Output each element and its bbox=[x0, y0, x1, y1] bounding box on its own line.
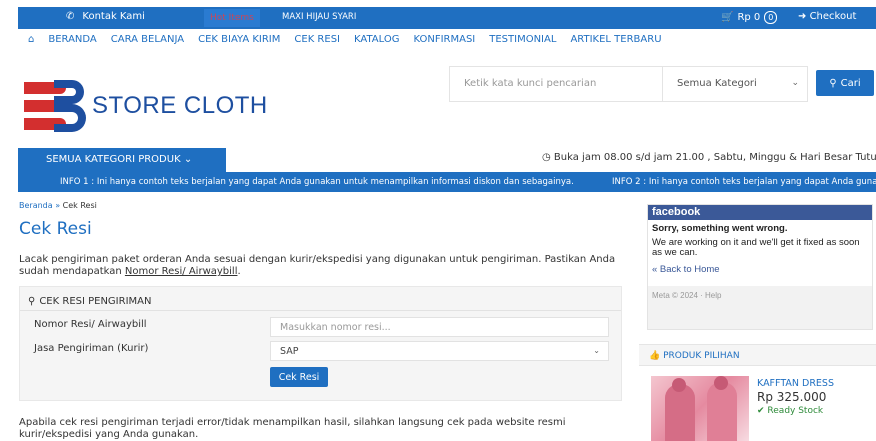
tracking-form: ⚲ CEK RESI PENGIRIMAN Nomor Resi/ Airway… bbox=[19, 286, 622, 401]
back-to-home-link[interactable]: « Back to Home bbox=[652, 264, 868, 275]
nav-item-testimonial[interactable]: TESTIMONIAL bbox=[489, 34, 556, 45]
page-title: Cek Resi bbox=[19, 219, 92, 239]
facebook-logo: facebook bbox=[648, 205, 872, 220]
search-button[interactable]: ⚲ Cari bbox=[816, 70, 874, 96]
tracking-form-header: ⚲ CEK RESI PENGIRIMAN bbox=[20, 287, 621, 311]
breadcrumb-separator: » bbox=[52, 201, 63, 210]
product-name[interactable]: KAFFTAN DRESS bbox=[757, 378, 834, 389]
search-input[interactable]: Ketik kata kunci pencarian bbox=[449, 66, 663, 102]
search-icon: ⚲ bbox=[829, 77, 837, 89]
all-categories-label: SEMUA KATEGORI PRODUK bbox=[46, 154, 181, 165]
nav-item-artikel-terbaru[interactable]: ARTIKEL TERBARU bbox=[570, 34, 661, 45]
info-ticker-item: INFO 2 : Ini hanya contoh teks berjalan … bbox=[612, 177, 876, 187]
thumbs-up-icon: 👍 bbox=[649, 351, 661, 361]
resi-label: Nomor Resi/ Airwaybill bbox=[34, 319, 147, 330]
clock-icon: ◷ bbox=[542, 152, 551, 163]
facebook-error-message: We are working on it and we'll get it fi… bbox=[652, 237, 860, 258]
resi-link[interactable]: Nomor Resi/ Airwaybill bbox=[125, 266, 238, 277]
category-select[interactable]: Semua Kategori ⌄ bbox=[663, 66, 808, 102]
tracking-form-heading: CEK RESI PENGIRIMAN bbox=[39, 296, 152, 307]
category-bar: SEMUA KATEGORI PRODUK ⌄ ◷ Buka jam 08.00… bbox=[18, 148, 876, 172]
chevron-down-icon: ⌄ bbox=[593, 346, 600, 355]
checkout-label: Checkout bbox=[809, 11, 857, 22]
courier-select-value: SAP bbox=[280, 346, 299, 357]
logo-text: STORE CLOTH bbox=[92, 92, 268, 119]
checkout-button[interactable]: ➜ Checkout bbox=[798, 11, 856, 22]
courier-label: Jasa Pengiriman (Kurir) bbox=[34, 343, 149, 354]
featured-heading-text: PRODUK PILIHAN bbox=[663, 351, 740, 361]
arrow-right-icon: ➜ bbox=[798, 11, 807, 22]
featured-heading: 👍 PRODUK PILIHAN bbox=[639, 344, 876, 366]
facebook-meta[interactable]: Meta © 2024 · Help bbox=[652, 291, 721, 300]
search-button-label: Cari bbox=[840, 77, 861, 89]
category-select-value: Semua Kategori bbox=[677, 78, 757, 89]
product-price: Rp 325.000 bbox=[757, 390, 827, 404]
phone-icon: ✆ bbox=[66, 11, 75, 22]
cart-count-badge: 0 bbox=[764, 11, 778, 24]
main-nav: ⌂ BERANDA CARA BELANJA CEK BIAYA KIRIM C… bbox=[28, 34, 662, 45]
resi-input[interactable]: Masukkan nomor resi... bbox=[270, 317, 609, 337]
nav-item-beranda[interactable]: BERANDA bbox=[48, 34, 96, 45]
opening-hours: ◷ Buka jam 08.00 s/d jam 21.00 , Sabtu, … bbox=[542, 152, 876, 163]
opening-hours-text: Buka jam 08.00 s/d jam 21.00 , Sabtu, Mi… bbox=[553, 152, 876, 163]
facebook-error-body: Sorry, something went wrong. We are work… bbox=[648, 220, 872, 286]
hot-items-badge[interactable]: Hot Items bbox=[204, 9, 260, 27]
store-logo[interactable]: STORE CLOTH bbox=[24, 80, 268, 132]
product-stock-text: Ready Stock bbox=[767, 406, 824, 416]
page-description: Lacak pengiriman paket orderan Anda sesu… bbox=[19, 254, 616, 277]
chevron-down-icon: ⌄ bbox=[791, 78, 799, 88]
product-image[interactable] bbox=[651, 376, 749, 441]
home-icon: ⌂ bbox=[28, 34, 35, 45]
nav-item-cara-belanja[interactable]: CARA BELANJA bbox=[111, 34, 184, 45]
search-bar: Ketik kata kunci pencarian Semua Kategor… bbox=[449, 66, 876, 102]
search-icon: ⚲ bbox=[28, 296, 36, 307]
cart-total: Rp 0 bbox=[737, 12, 761, 23]
check-icon: ✔ bbox=[757, 406, 765, 416]
cart-icon: 🛒 bbox=[721, 12, 734, 23]
breadcrumb: Beranda » Cek Resi bbox=[19, 201, 97, 210]
info-ticker-item: INFO 1 : Ini hanya contoh teks berjalan … bbox=[60, 177, 574, 187]
breadcrumb-current: Cek Resi bbox=[62, 201, 97, 210]
facebook-error-title: Sorry, something went wrong. bbox=[652, 223, 788, 234]
info-ticker: INFO 1 : Ini hanya contoh teks berjalan … bbox=[18, 172, 876, 192]
cart-button[interactable]: 🛒 Rp 0 0 bbox=[721, 11, 778, 24]
contact-link[interactable]: ✆ Kontak Kami bbox=[66, 11, 145, 22]
tracking-note: Apabila cek resi pengiriman terjadi erro… bbox=[19, 417, 566, 440]
courier-select[interactable]: SAP ⌄ bbox=[270, 341, 609, 361]
logo-mark-icon bbox=[24, 80, 86, 132]
nav-item-katalog[interactable]: KATALOG bbox=[354, 34, 399, 45]
facebook-widget: facebook Sorry, something went wrong. We… bbox=[647, 204, 873, 330]
breadcrumb-home[interactable]: Beranda bbox=[19, 201, 53, 210]
nav-item-cek-resi[interactable]: CEK RESI bbox=[294, 34, 340, 45]
nav-item-cek-biaya-kirim[interactable]: CEK BIAYA KIRIM bbox=[198, 34, 280, 45]
chevron-down-icon: ⌄ bbox=[183, 154, 193, 165]
product-stock: ✔ Ready Stock bbox=[757, 406, 823, 416]
promo-link[interactable]: MAXI HIJAU SYARI bbox=[282, 12, 356, 22]
top-bar: ✆ Kontak Kami Hot Items MAXI HIJAU SYARI… bbox=[18, 7, 876, 29]
nav-item-konfirmasi[interactable]: KONFIRMASI bbox=[413, 34, 475, 45]
all-categories-button[interactable]: SEMUA KATEGORI PRODUK ⌄ bbox=[18, 148, 226, 172]
contact-label: Kontak Kami bbox=[82, 11, 145, 22]
cek-resi-button[interactable]: Cek Resi bbox=[270, 367, 328, 387]
